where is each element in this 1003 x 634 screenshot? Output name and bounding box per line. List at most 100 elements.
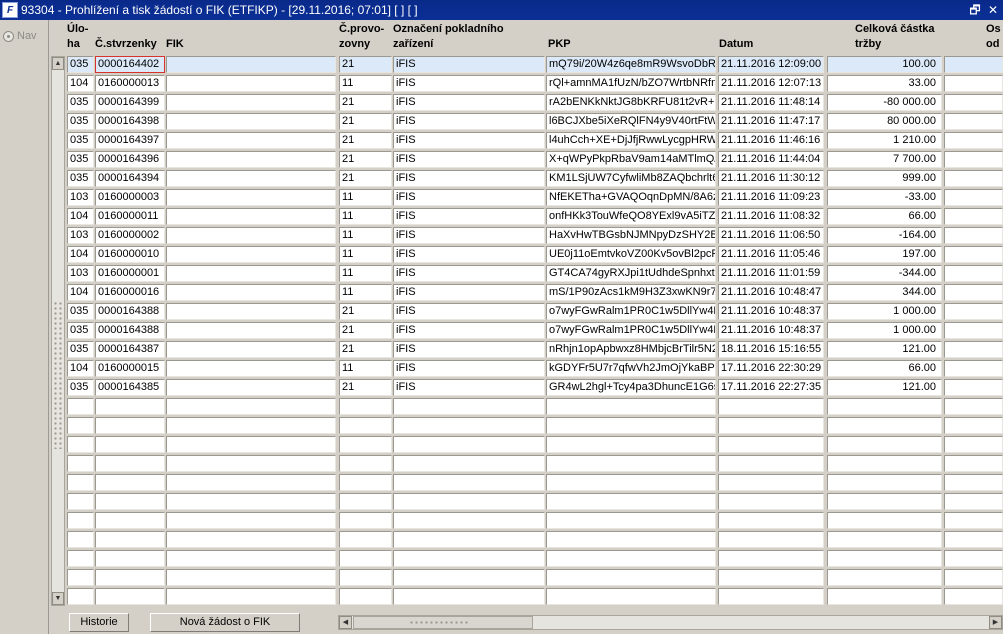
cell-fik[interactable] [166,246,336,263]
cell-provozovny[interactable]: 21 [339,132,392,149]
cell-castka[interactable]: -33.00 [827,189,942,206]
cell-provozovny[interactable]: 21 [339,379,392,396]
cell-stvrzenky[interactable] [95,531,165,548]
cell-zarizeni[interactable]: iFIS [393,265,545,282]
cell-uloha[interactable]: 103 [67,265,94,282]
table-row[interactable]: 035 0000164396 21 iFIS X+qWPyPkpRbaV9am14aMT… [67,151,1003,169]
cell-uloha[interactable] [67,417,94,434]
cell-datum[interactable] [718,417,824,434]
cell-next[interactable] [944,512,1003,529]
cell-castka[interactable]: 80 000.00 [827,113,942,130]
cell-uloha[interactable]: 035 [67,303,94,320]
cell-datum[interactable]: 18.11.2016 15:16:55 [718,341,824,358]
cell-castka[interactable]: 66.00 [827,208,942,225]
cell-castka[interactable] [827,588,942,605]
cell-zarizeni[interactable] [393,417,545,434]
table-row[interactable]: 103 0160000002 11 iFIS HaXvHwTBGsbNJMNpyDzSH… [67,227,1003,245]
table-row[interactable]: 104 0160000015 11 iFIS kGDYFr5U7r7qfwVh2JmOj… [67,360,1003,378]
cell-castka[interactable]: -344.00 [827,265,942,282]
cell-fik[interactable] [166,284,336,301]
cell-castka[interactable]: 7 700.00 [827,151,942,168]
cell-fik[interactable] [166,379,336,396]
cell-pkp[interactable] [546,588,716,605]
cell-uloha[interactable] [67,493,94,510]
cell-next[interactable] [944,303,1003,320]
cell-pkp[interactable] [546,531,716,548]
cell-stvrzenky[interactable]: 0000164387 [95,341,165,358]
close-window-icon[interactable]: ✕ [985,2,1001,18]
cell-uloha[interactable]: 104 [67,284,94,301]
cell-pkp[interactable]: UE0j11oEmtvkoVZ00Kv5ovBl2pcR [546,246,716,263]
cell-stvrzenky[interactable]: 0000164399 [95,94,165,111]
cell-stvrzenky[interactable]: 0000164402 [95,56,165,73]
cell-next[interactable] [944,189,1003,206]
cell-next[interactable] [944,246,1003,263]
cell-uloha[interactable]: 104 [67,246,94,263]
cell-provozovny[interactable]: 11 [339,75,392,92]
cell-zarizeni[interactable]: iFIS [393,170,545,187]
cell-datum[interactable]: 21.11.2016 11:44:04 [718,151,824,168]
cell-pkp[interactable]: rA2bENKkNktJG8bKRFU81t2vR+nt [546,94,716,111]
cell-datum[interactable] [718,493,824,510]
cell-next[interactable] [944,227,1003,244]
cell-uloha[interactable]: 035 [67,56,94,73]
cell-provozovny[interactable]: 11 [339,360,392,377]
cell-next[interactable] [944,493,1003,510]
cell-castka[interactable]: 999.00 [827,170,942,187]
cell-datum[interactable]: 21.11.2016 12:07:13 [718,75,824,92]
cell-stvrzenky[interactable] [95,588,165,605]
horizontal-scroll-grip[interactable] [409,620,469,625]
cell-fik[interactable] [166,436,336,453]
scroll-left-icon[interactable]: ◀ [339,616,352,629]
table-row[interactable]: 104 0160000016 11 iFIS mS/1P90zAcs1kM9H3Z3xw… [67,284,1003,302]
cell-fik[interactable] [166,75,336,92]
cell-fik[interactable] [166,132,336,149]
cell-pkp[interactable]: l4uhCch+XE+DjJfjRwwLycgpHRW [546,132,716,149]
cell-datum[interactable]: 21.11.2016 11:08:32 [718,208,824,225]
cell-provozovny[interactable]: 11 [339,189,392,206]
cell-next[interactable] [944,550,1003,567]
cell-stvrzenky[interactable]: 0000164388 [95,303,165,320]
cell-uloha[interactable] [67,398,94,415]
empty-table-row[interactable] [67,550,1003,568]
cell-pkp[interactable] [546,436,716,453]
table-row[interactable]: 035 0000164388 21 iFIS o7wyFGwRalm1PR0C1w5Dl… [67,322,1003,340]
cell-datum[interactable]: 21.11.2016 12:09:00 [718,56,824,73]
cell-pkp[interactable]: mS/1P90zAcs1kM9H3Z3xwKN9r7 [546,284,716,301]
cell-stvrzenky[interactable]: 0160000002 [95,227,165,244]
cell-datum[interactable]: 21.11.2016 11:48:14 [718,94,824,111]
cell-datum[interactable]: 21.11.2016 11:46:16 [718,132,824,149]
cell-pkp[interactable]: kGDYFr5U7r7qfwVh2JmOjYkaBPE [546,360,716,377]
cell-zarizeni[interactable]: iFIS [393,227,545,244]
empty-table-row[interactable] [67,417,1003,435]
cell-uloha[interactable] [67,588,94,605]
cell-datum[interactable] [718,550,824,567]
cell-uloha[interactable]: 035 [67,132,94,149]
cell-uloha[interactable]: 104 [67,208,94,225]
cell-uloha[interactable]: 103 [67,189,94,206]
cell-zarizeni[interactable] [393,569,545,586]
cell-fik[interactable] [166,550,336,567]
table-row[interactable]: 035 0000164398 21 iFIS l6BCJXbe5iXeRQlFN4y9V… [67,113,1003,131]
cell-pkp[interactable]: l6BCJXbe5iXeRQlFN4y9V40rtFtWC [546,113,716,130]
cell-provozovny[interactable] [339,531,392,548]
cell-zarizeni[interactable] [393,436,545,453]
cell-pkp[interactable]: NfEKETha+GVAQOqnDpMN/8A6zl [546,189,716,206]
cell-fik[interactable] [166,531,336,548]
scroll-grip[interactable] [53,301,63,449]
empty-table-row[interactable] [67,588,1003,606]
cell-zarizeni[interactable] [393,493,545,510]
cell-datum[interactable] [718,455,824,472]
cell-next[interactable] [944,94,1003,111]
cell-castka[interactable] [827,436,942,453]
cell-fik[interactable] [166,474,336,491]
cell-zarizeni[interactable]: iFIS [393,208,545,225]
cell-castka[interactable]: -80 000.00 [827,94,942,111]
empty-table-row[interactable] [67,398,1003,416]
table-row[interactable]: 035 0000164387 21 iFIS nRhjn1opApbwxz8HMbjcB… [67,341,1003,359]
table-row[interactable]: 103 0160000003 11 iFIS NfEKETha+GVAQOqnDpMN/… [67,189,1003,207]
cell-castka[interactable] [827,512,942,529]
cell-castka[interactable] [827,417,942,434]
cell-stvrzenky[interactable]: 0000164394 [95,170,165,187]
cell-fik[interactable] [166,360,336,377]
